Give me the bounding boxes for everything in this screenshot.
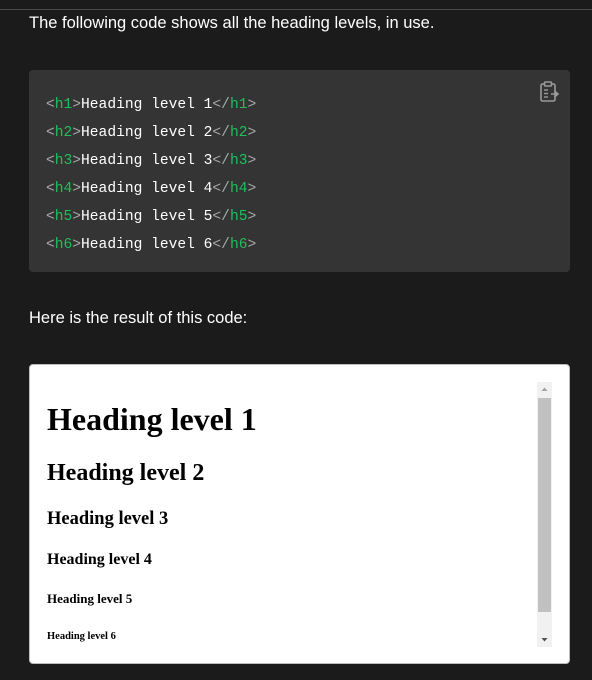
top-divider [0,0,592,10]
code-block: <h1>Heading level 1</h1> <h2>Heading lev… [29,70,570,272]
code-lines: <h1>Heading level 1</h1> <h2>Heading lev… [46,91,256,259]
heading-level-1: Heading level 1 [47,401,257,437]
code-line: <h1>Heading level 1</h1> [46,97,257,113]
scroll-thumb[interactable] [538,398,551,612]
heading-level-3: Heading level 3 [47,509,169,529]
heading-level-4: Heading level 4 [47,551,152,568]
code-line: <h4>Heading level 4</h4> [46,181,257,197]
clipboard-copy-icon [540,81,560,102]
heading-level-6: Heading level 6 [47,631,116,642]
code-line: <h2>Heading level 2</h2> [46,125,257,141]
intro-paragraph: The following code shows all the heading… [29,14,435,32]
heading-level-5: Heading level 5 [47,591,133,606]
result-preview-frame[interactable]: Heading level 1 Heading level 2 Heading … [29,364,570,664]
scroll-up-arrow-icon [541,387,548,391]
scroll-up-button[interactable] [537,382,552,397]
code-line: <h3>Heading level 3</h3> [46,153,257,169]
code-line: <h5>Heading level 5</h5> [46,209,257,225]
scroll-down-arrow-icon [541,638,548,642]
copy-code-button[interactable] [538,80,560,104]
vertical-scrollbar[interactable] [537,382,552,647]
result-paragraph: Here is the result of this code: [29,309,248,327]
code-line: <h6>Heading level 6</h6> [46,237,257,253]
scroll-down-button[interactable] [537,632,552,647]
heading-level-2: Heading level 2 [47,460,205,486]
